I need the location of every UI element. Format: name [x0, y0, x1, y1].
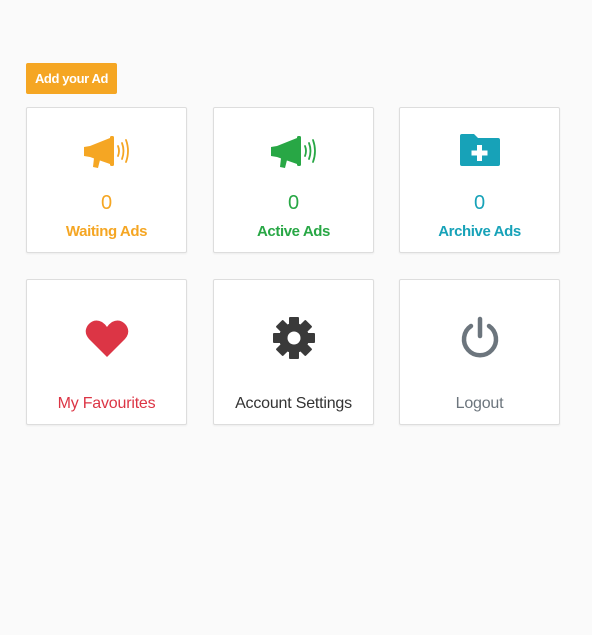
- power-icon: [400, 316, 559, 360]
- waiting-ads-count: 0: [100, 192, 113, 214]
- active-ads-label: Active Ads: [257, 223, 330, 240]
- heart-icon: [27, 316, 186, 360]
- active-ads-card[interactable]: 0 Active Ads: [213, 107, 374, 253]
- active-ads-count: 0: [287, 192, 300, 214]
- add-your-ad-button[interactable]: Add your Ad: [26, 63, 117, 94]
- logout-label: Logout: [455, 395, 504, 412]
- folder-plus-icon: [400, 128, 559, 172]
- account-settings-label: Account Settings: [235, 395, 352, 412]
- dashboard-page: Add your Ad 0 Waiting Ads 0 Active Ads 0…: [0, 0, 592, 635]
- my-favourites-card[interactable]: My Favourites: [26, 279, 187, 425]
- waiting-ads-label: Waiting Ads: [65, 223, 148, 240]
- my-favourites-label: My Favourites: [57, 395, 156, 412]
- megaphone-icon: [214, 128, 373, 172]
- gear-icon: [214, 316, 373, 360]
- account-settings-card[interactable]: Account Settings: [213, 279, 374, 425]
- archive-ads-label: Archive Ads: [438, 223, 521, 240]
- logout-card[interactable]: Logout: [399, 279, 560, 425]
- megaphone-icon: [27, 128, 186, 172]
- archive-ads-count: 0: [473, 192, 486, 214]
- waiting-ads-card[interactable]: 0 Waiting Ads: [26, 107, 187, 253]
- archive-ads-card[interactable]: 0 Archive Ads: [399, 107, 560, 253]
